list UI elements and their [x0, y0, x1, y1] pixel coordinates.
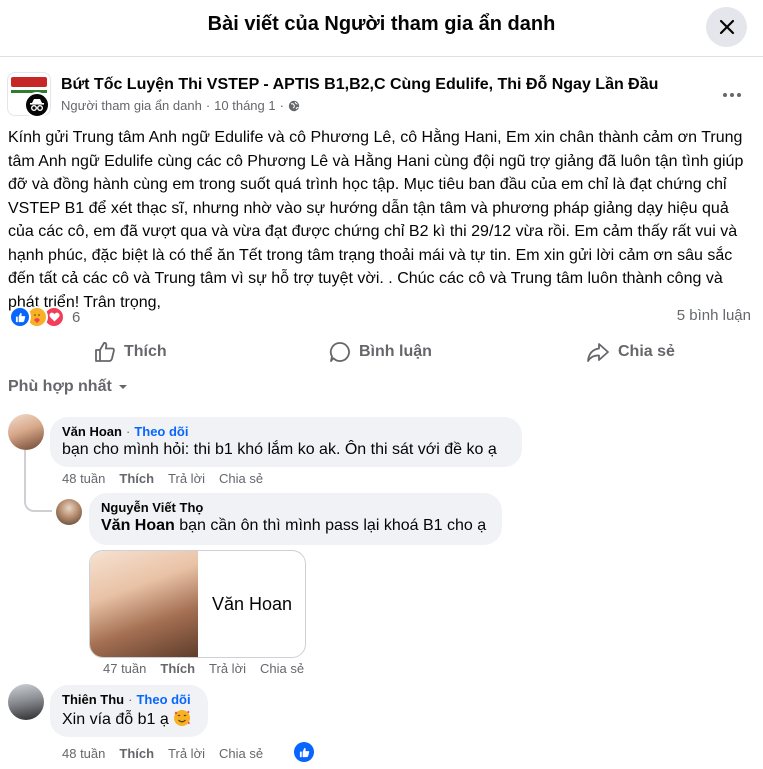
thread-connector-corner [24, 488, 52, 512]
reply-author-row: Nguyễn Viết Thọ [101, 500, 490, 515]
post-body: Kính gửi Trung tâm Anh ngữ Edulife và cô… [8, 129, 744, 311]
reply-reply-button[interactable]: Trả lời [209, 661, 246, 676]
comment-icon [329, 342, 350, 362]
comment-bubble: Văn Hoan · Theo dõi bạn cho mình hỏi: th… [50, 417, 522, 467]
comment-actions: 48 tuần Thích Trả lời Chia sẻ [62, 746, 277, 761]
dialog-title: Bài viết của Người tham gia ẩn danh [207, 13, 556, 35]
anonymous-icon [30, 99, 44, 111]
sort-label-text: Phù hợp nhất [8, 378, 112, 395]
reaction-count: 6 [72, 308, 81, 326]
reply-text: bạn cần ôn thì mình pass lại khoá B1 cho… [179, 517, 487, 534]
like-button[interactable]: Thích [94, 338, 167, 366]
comment-author[interactable]: Văn Hoan [62, 424, 122, 439]
post-action-bar: Thích Bình luận Chia sẻ [0, 332, 763, 370]
share-button[interactable]: Chia sẻ [586, 338, 675, 366]
comment-reply-button[interactable]: Trả lời [168, 471, 205, 486]
more-icon-dot [730, 93, 734, 97]
caret-down-icon [118, 385, 127, 389]
reaction-summary[interactable]: 6 [9, 306, 80, 328]
comment-author-row: Thiên Thu · Theo dõi [62, 692, 196, 707]
follow-link[interactable]: Theo dõi [134, 424, 188, 439]
close-icon [719, 19, 734, 35]
comment-like-count-badge[interactable] [294, 742, 314, 762]
mention-profile-photo [90, 551, 198, 657]
share-icon [587, 343, 609, 362]
thumbs-up-icon [95, 342, 115, 362]
comment-author-row: Văn Hoan · Theo dõi [62, 424, 510, 439]
author-dot: · [128, 692, 133, 707]
close-button[interactable] [706, 7, 747, 47]
reply-like-button[interactable]: Thích [160, 661, 195, 676]
share-button-label: Chia sẻ [618, 343, 675, 360]
follow-link[interactable]: Theo dõi [136, 692, 190, 707]
mention-profile-name: Văn Hoan [212, 594, 293, 614]
meta-separator: · [205, 98, 211, 113]
comment-like-button[interactable]: Thích [119, 746, 154, 761]
comment-time[interactable]: 48 tuần [62, 471, 105, 486]
reply-avatar[interactable] [56, 499, 82, 525]
comment-reply-button[interactable]: Trả lời [168, 746, 205, 761]
comment-author[interactable]: Thiên Thu [62, 692, 124, 707]
comment-button[interactable]: Bình luận [329, 338, 432, 366]
like-reaction-icon [9, 306, 31, 328]
comment-bubble: Thiên Thu · Theo dõi Xin vía đỗ b1 ạ [50, 685, 208, 737]
reply-share-button[interactable]: Chia sẻ [260, 661, 304, 676]
reply-text-row: Văn Hoan bạn cần ôn thì mình pass lại kh… [101, 517, 490, 535]
like-button-label: Thích [124, 343, 167, 360]
comment-sort-dropdown[interactable]: Phù hợp nhất [8, 378, 128, 396]
post-more-button[interactable] [718, 85, 746, 105]
reply-actions: 47 tuần Thích Trả lời Chia sẻ [103, 661, 318, 676]
more-icon-dot [737, 93, 741, 97]
comment-text: bạn cho mình hỏi: thi b1 khó lắm ko ak. … [62, 441, 497, 458]
comment-button-label: Bình luận [359, 343, 432, 360]
dialog-header: Bài viết của Người tham gia ẩn danh [0, 0, 763, 57]
post-meta: Người tham gia ẩn danh · 10 tháng 1 · [61, 98, 300, 113]
more-icon-dot [723, 93, 727, 97]
group-name-link[interactable]: Bứt Tốc Luyện Thi VSTEP - APTIS B1,B2,C … [61, 76, 658, 94]
comment-share-button[interactable]: Chia sẻ [219, 471, 263, 486]
smiling-face-with-hearts-icon [174, 710, 191, 726]
post-date[interactable]: 10 tháng 1 [214, 98, 275, 113]
group-logo-mark [11, 77, 47, 87]
comment-like-button[interactable]: Thích [119, 471, 154, 486]
reply-time[interactable]: 47 tuần [103, 661, 146, 676]
meta-separator: · [279, 98, 284, 113]
thumbs-up-icon [299, 747, 309, 757]
comment-text-row: Xin vía đỗ b1 ạ [62, 709, 196, 729]
comment-text: Xin vía đỗ b1 ạ [62, 711, 169, 728]
reply-mention[interactable]: Văn Hoan [101, 517, 175, 534]
comment-avatar[interactable] [8, 684, 44, 720]
post-author[interactable]: Người tham gia ẩn danh [61, 98, 202, 113]
reply-bubble: Nguyễn Viết Thọ Văn Hoan bạn cần ôn thì … [89, 493, 502, 545]
comment-avatar[interactable] [8, 414, 44, 450]
comment-share-button[interactable]: Chia sẻ [219, 746, 263, 761]
globe-icon [288, 100, 300, 111]
anonymous-avatar[interactable] [24, 92, 50, 118]
reply-author[interactable]: Nguyễn Viết Thọ [101, 500, 203, 515]
mention-profile-card[interactable]: Văn Hoan [89, 550, 306, 658]
comment-time[interactable]: 48 tuần [62, 746, 105, 761]
author-dot: · [125, 424, 131, 439]
comment-count-link[interactable]: 5 bình luận [677, 307, 751, 324]
thread-connector [24, 450, 26, 490]
comment-actions: 48 tuần Thích Trả lời Chia sẻ [62, 471, 277, 486]
